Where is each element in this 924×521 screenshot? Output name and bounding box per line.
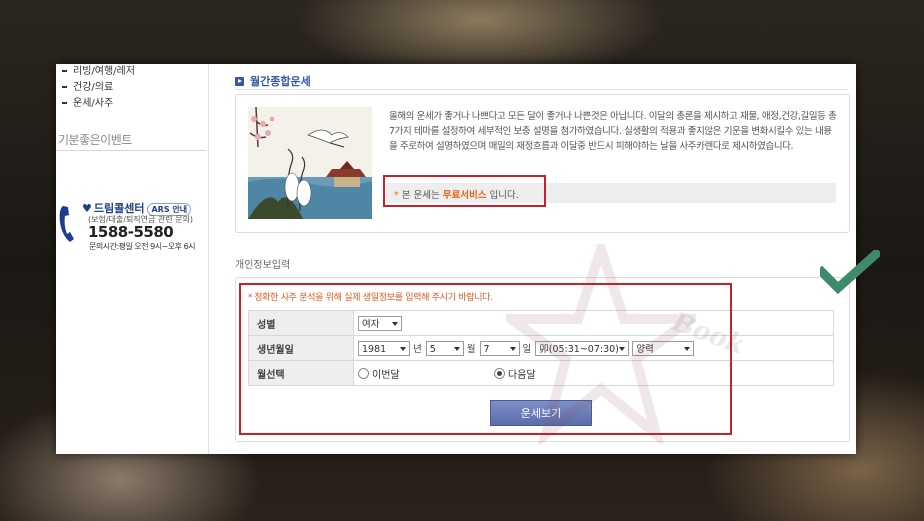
- menu-item-health[interactable]: 건강/의료: [62, 80, 135, 96]
- menu-item-fortune[interactable]: 운세/사주: [62, 96, 135, 112]
- call-center-hours: 문의시간:평일 오전 9시~오후 6시: [89, 242, 196, 251]
- left-sidebar: 리빙/여행/레저 건강/의료 운세/사주 기분좋은이벤트 ♥ 드림콜센터 ARS 안…: [56, 64, 209, 454]
- event-link[interactable]: 기분좋은이벤트: [58, 131, 132, 148]
- divider: [56, 150, 206, 151]
- intro-description: 올해의 운세가 좋거나 나쁘다고 모든 달이 좋거나 나쁜것은 아닙니다. 이달…: [389, 111, 837, 152]
- dash-icon: [62, 86, 67, 88]
- cranes-illustration: [248, 107, 372, 219]
- menu-item-living[interactable]: 리빙/여행/레저: [62, 64, 135, 80]
- page-title-text: 월간종합운세: [250, 75, 311, 88]
- call-center-banner[interactable]: ♥ 드림콜센터 ARS 안내 (보험/대출/퇴직연금 관련 문의) 1588-558…: [56, 198, 206, 258]
- menu-item-label: 운세/사주: [73, 98, 114, 109]
- browser-screen: 리빙/여행/레저 건강/의료 운세/사주 기분좋은이벤트 ♥ 드림콜센터 ARS 안…: [56, 64, 880, 454]
- intro-box: 올해의 운세가 좋거나 나쁘다고 모든 달이 좋거나 나쁜것은 아닙니다. 이달…: [235, 94, 850, 233]
- menu-item-label: 건강/의료: [73, 82, 114, 93]
- call-center-number: 1588-5580: [88, 223, 174, 241]
- phone-icon: [59, 206, 74, 242]
- category-menu: 리빙/여행/레저 건강/의료 운세/사주: [62, 64, 135, 112]
- dash-icon: [62, 70, 67, 72]
- page-title: 월간종합운세: [235, 73, 311, 89]
- annotation-box-free-service: [383, 175, 546, 207]
- menu-item-label: 리빙/여행/레저: [73, 66, 135, 77]
- dash-icon: [62, 102, 67, 104]
- annotation-box-form: [239, 283, 732, 435]
- checkmark-icon: [820, 250, 880, 294]
- personal-info-title: 개인정보입력: [235, 260, 291, 271]
- play-bullet-icon: [235, 77, 244, 86]
- divider: [235, 89, 848, 90]
